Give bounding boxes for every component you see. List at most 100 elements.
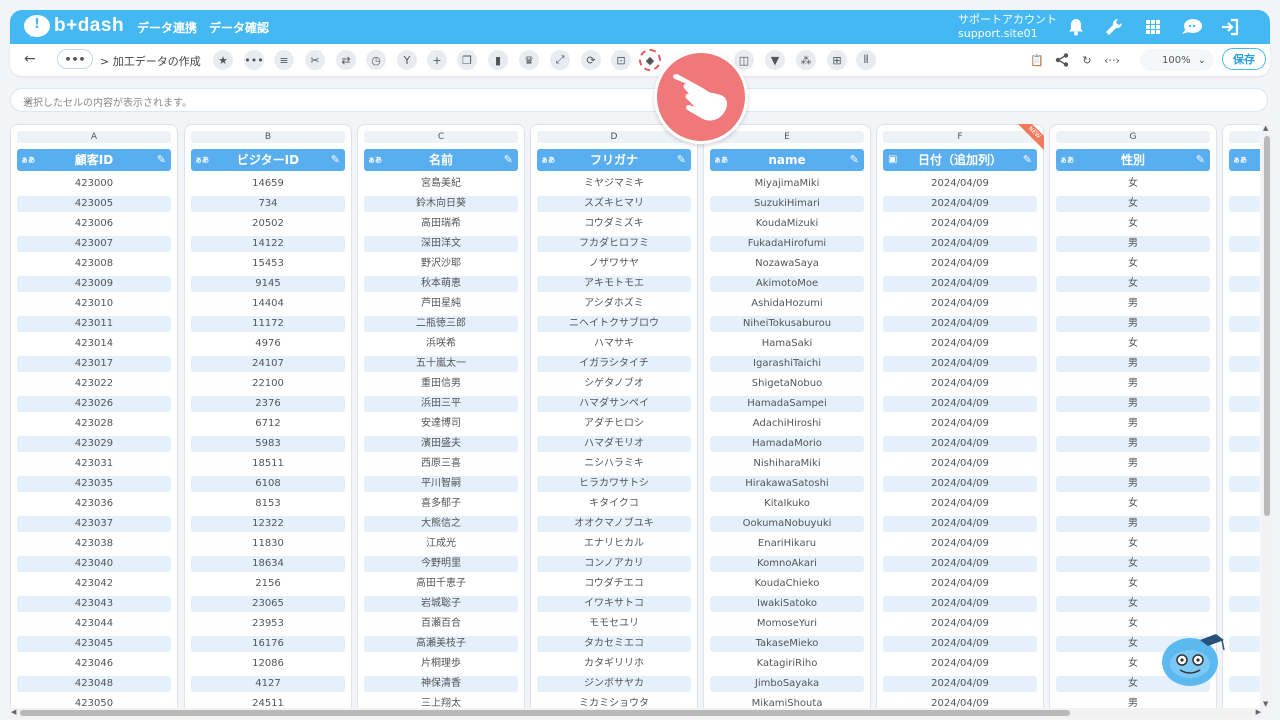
table-cell[interactable]: 14404 [191,296,345,312]
table-cell[interactable]: 423026 [17,396,171,412]
table-cell[interactable]: 16176 [191,636,345,652]
table-cell[interactable]: 平川智嗣 [364,476,518,492]
table-cell[interactable]: 2024/04/09 [883,636,1037,652]
back-arrow-icon[interactable]: ← [24,51,36,67]
edit-pencil-icon[interactable]: ✎ [1023,149,1032,171]
table-cell[interactable]: 女 [1056,576,1210,592]
table-cell[interactable]: 2024/04/09 [883,616,1037,632]
clipboard-icon[interactable]: 📋 [1027,50,1047,70]
cell-content-bar[interactable]: 選択したセルの内容が表示されます。 ⌄ [10,88,1268,112]
table-cell[interactable]: 女 [1056,336,1210,352]
history-icon[interactable]: ↻ [1077,50,1097,70]
table-cell[interactable] [1229,696,1260,708]
table-cell[interactable]: 男 [1056,296,1210,312]
column-header[interactable]: ぁあ 性別 ✎ [1056,149,1210,171]
table-cell[interactable]: 423040 [17,556,171,572]
edit-pencil-icon[interactable]: ✎ [1196,149,1205,171]
table-cell[interactable] [1229,216,1260,232]
table-cell[interactable]: 片桐理歩 [364,656,518,672]
table-cell[interactable]: 4976 [191,336,345,352]
column-header[interactable]: ぁあ name ✎ [710,149,864,171]
table-cell[interactable]: HamaSaki [710,336,864,352]
table-cell[interactable]: 女 [1056,216,1210,232]
table-cell[interactable]: ハマダモリオ [537,436,691,452]
table-cell[interactable]: 2156 [191,576,345,592]
table-cell[interactable]: 女 [1056,556,1210,572]
nav-data-check[interactable]: データ確認 [209,19,269,36]
table-cell[interactable]: HamadaSampei [710,396,864,412]
table-cell[interactable]: 423010 [17,296,171,312]
table-cell[interactable] [1229,496,1260,512]
table-cell[interactable]: 423014 [17,336,171,352]
table-cell[interactable]: 男 [1056,396,1210,412]
table-cell[interactable]: 423017 [17,356,171,372]
table-cell[interactable]: 2024/04/09 [883,496,1037,512]
table-cell[interactable]: タカセミエコ [537,636,691,652]
edit-pencil-icon[interactable]: ✎ [850,149,859,171]
table-cell[interactable]: 男 [1056,416,1210,432]
table-cell[interactable]: エナリヒカル [537,536,691,552]
table-cell[interactable]: 深田洋文 [364,236,518,252]
table-cell[interactable]: KoudaMizuki [710,216,864,232]
table-cell[interactable]: コウダミズキ [537,216,691,232]
table-cell[interactable]: 女 [1056,536,1210,552]
table-cell[interactable]: HamadaMorio [710,436,864,452]
table-cell[interactable]: 18511 [191,456,345,472]
table-cell[interactable]: AdachiHiroshi [710,416,864,432]
table-cell[interactable]: KatagiriRiho [710,656,864,672]
table-cell[interactable]: 2024/04/09 [883,196,1037,212]
table-cell[interactable] [1229,196,1260,212]
table-cell[interactable]: 岩城聡子 [364,596,518,612]
table-cell[interactable]: 女 [1056,176,1210,192]
table-cell[interactable]: アダチヒロシ [537,416,691,432]
nav-data-integration[interactable]: データ連携 [137,19,197,36]
column-letter[interactable]: C [364,131,518,143]
table-cell[interactable]: 20502 [191,216,345,232]
copy-icon[interactable]: ❐ [457,50,477,70]
table-cell[interactable]: 今野明里 [364,556,518,572]
table-cell[interactable]: 6712 [191,416,345,432]
table-cell[interactable]: 423008 [17,256,171,272]
edit-pencil-icon[interactable]: ✎ [331,149,340,171]
logout-icon[interactable] [1218,15,1242,39]
breadcrumb-more-button[interactable]: ••• [57,49,93,69]
table-cell[interactable]: コウダチエコ [537,576,691,592]
table-cell[interactable]: AshidaHozumi [710,296,864,312]
lock-icon[interactable]: ⊡ [611,50,631,70]
refresh-icon[interactable]: ⟳ [581,50,601,70]
table-cell[interactable]: 2024/04/09 [883,596,1037,612]
table-cell[interactable]: 浜咲希 [364,336,518,352]
mascot-helper-icon[interactable] [1160,628,1228,690]
column-header[interactable]: ぁあ フリガナ ✎ [537,149,691,171]
table-cell[interactable]: 12322 [191,516,345,532]
table-cell[interactable]: 高田千恵子 [364,576,518,592]
table-cell[interactable]: 西原三喜 [364,456,518,472]
table-cell[interactable]: 喜多郁子 [364,496,518,512]
table-cell[interactable]: AkimotoMoe [710,276,864,292]
table-cell[interactable]: 423037 [17,516,171,532]
scroll-right-icon[interactable]: ▶ [1256,708,1261,716]
table-cell[interactable]: 423011 [17,316,171,332]
wrench-icon[interactable] [1102,15,1126,39]
table-cell[interactable]: ジンボサヤカ [537,676,691,692]
tools-icon[interactable]: ✂ [305,50,325,70]
timer-icon[interactable]: ◷ [366,50,386,70]
table-cell[interactable]: アキモトモエ [537,276,691,292]
edit-pencil-icon[interactable]: ✎ [677,149,686,171]
table-cell[interactable]: 女 [1056,196,1210,212]
table-cell[interactable]: 423006 [17,216,171,232]
table-cell[interactable] [1229,176,1260,192]
table-cell[interactable] [1229,276,1260,292]
table-cell[interactable]: 二瓶徳三郎 [364,316,518,332]
table-cell[interactable]: 女 [1056,276,1210,292]
table-cell[interactable]: 男 [1056,356,1210,372]
table-cell[interactable]: 11172 [191,316,345,332]
table-cell[interactable]: 男 [1056,696,1210,708]
table-cell[interactable]: 423029 [17,436,171,452]
table-cell[interactable]: 2024/04/09 [883,276,1037,292]
table-cell[interactable]: 423031 [17,456,171,472]
table-cell[interactable]: 女 [1056,256,1210,272]
column-header[interactable]: ぁあ 名前 ✎ [364,149,518,171]
table-cell[interactable]: 2024/04/09 [883,516,1037,532]
table-cell[interactable]: NozawaSaya [710,256,864,272]
